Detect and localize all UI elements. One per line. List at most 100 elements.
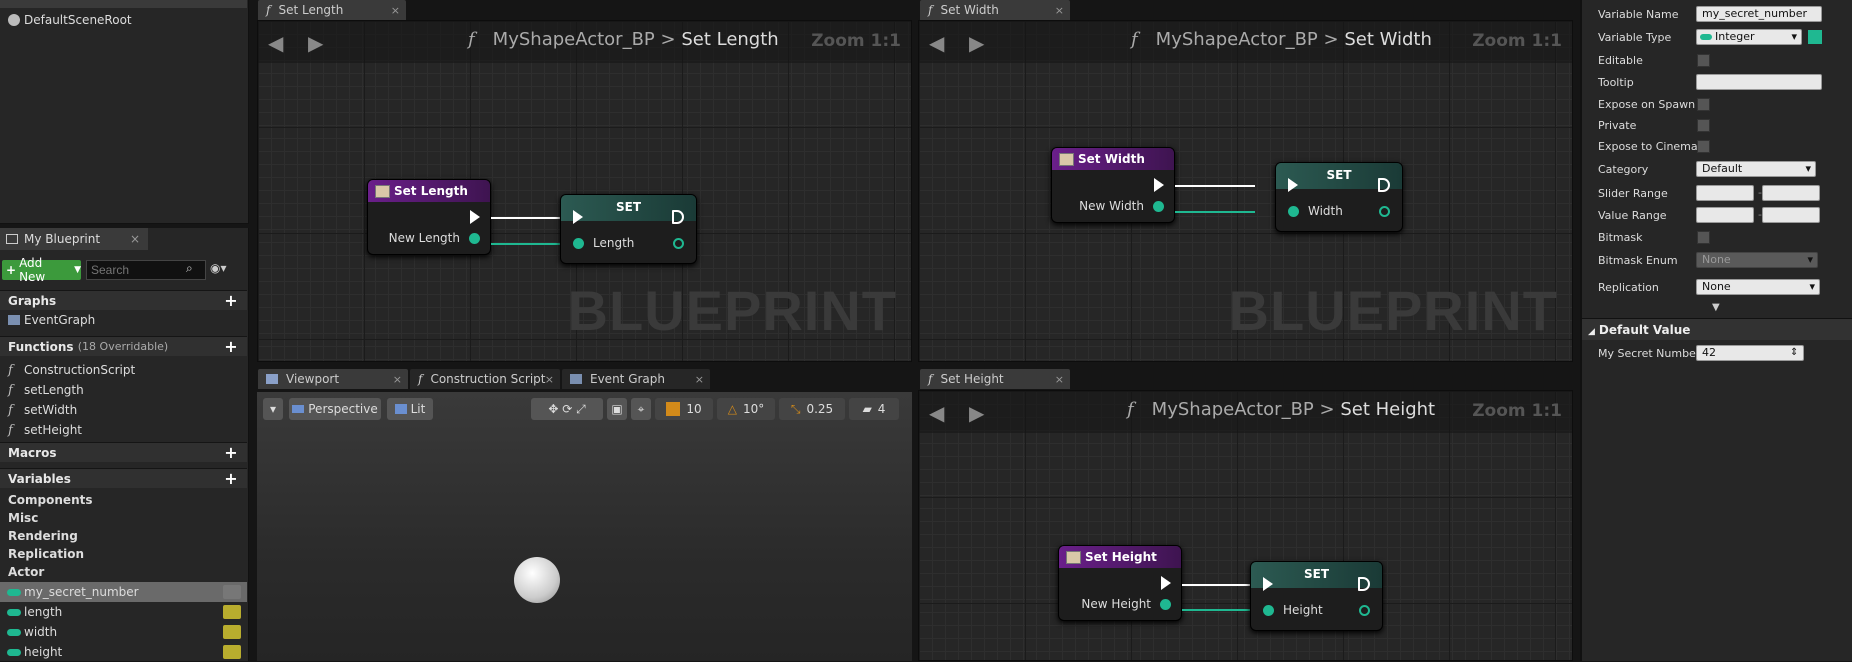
- rotation-snap[interactable]: △ 10°: [717, 398, 775, 420]
- function-item-setwidth[interactable]: f setWidth: [0, 400, 247, 420]
- eye-open-icon[interactable]: [223, 645, 241, 659]
- integer-out-pin[interactable]: [1379, 206, 1390, 217]
- category-dropdown[interactable]: Default: [1696, 161, 1816, 177]
- tooltip-field[interactable]: [1696, 74, 1822, 90]
- value-range-min-field[interactable]: [1696, 207, 1754, 223]
- transform-tools[interactable]: ✥ ⟳ ⤢: [531, 398, 603, 420]
- variable-category-actor[interactable]: Actor: [0, 562, 247, 582]
- viewport-options-button[interactable]: ▾: [263, 398, 283, 420]
- function-entry-node[interactable]: Set Length New Length: [367, 179, 491, 255]
- exec-out-pin[interactable]: [1358, 577, 1370, 591]
- back-arrow-icon[interactable]: ◀: [268, 31, 283, 55]
- variable-item-width[interactable]: width: [0, 622, 247, 642]
- secret-number-field[interactable]: 42: [1696, 345, 1804, 361]
- eye-open-icon[interactable]: [223, 605, 241, 619]
- variable-category-rendering[interactable]: Rendering: [0, 526, 247, 546]
- perspective-button[interactable]: Perspective: [289, 398, 381, 420]
- exec-out-pin[interactable]: [672, 210, 684, 224]
- expose-on-spawn-checkbox[interactable]: [1697, 98, 1710, 111]
- private-checkbox[interactable]: [1697, 119, 1710, 132]
- graph-panel-set-height[interactable]: ◀ ▶ f MyShapeActor_BP > Set Height Zoom 1…: [918, 390, 1573, 661]
- add-function-icon[interactable]: +: [223, 339, 239, 355]
- function-entry-node[interactable]: Set Width New Width: [1051, 147, 1175, 223]
- slider-range-min-field[interactable]: [1696, 185, 1754, 201]
- advanced-expand-icon[interactable]: ▼: [1712, 302, 1720, 313]
- integer-out-pin[interactable]: [673, 238, 684, 249]
- integer-out-pin[interactable]: [469, 233, 480, 244]
- function-item-constructionscript[interactable]: f ConstructionScript: [0, 360, 247, 380]
- add-graph-icon[interactable]: +: [223, 293, 239, 309]
- variable-category-components[interactable]: Components: [0, 490, 247, 510]
- forward-arrow-icon[interactable]: ▶: [308, 31, 323, 55]
- variable-item-height[interactable]: height: [0, 642, 247, 662]
- default-value-header[interactable]: ◢ Default Value: [1582, 318, 1852, 340]
- variables-header[interactable]: Variables +: [0, 468, 247, 488]
- expose-cinematics-checkbox[interactable]: [1697, 140, 1710, 153]
- bitmask-enum-dropdown[interactable]: None: [1696, 252, 1818, 268]
- integer-in-pin[interactable]: [1288, 206, 1299, 217]
- add-macro-icon[interactable]: +: [223, 445, 239, 461]
- slider-range-max-field[interactable]: [1762, 185, 1820, 201]
- back-arrow-icon[interactable]: ◀: [929, 31, 944, 55]
- tab-event-graph[interactable]: Event Graph ×: [562, 369, 710, 389]
- tab-my-blueprint[interactable]: My Blueprint ×: [0, 228, 148, 250]
- editable-checkbox[interactable]: [1697, 54, 1710, 67]
- lit-button[interactable]: Lit: [387, 398, 433, 420]
- scale-snap[interactable]: ⤡ 0.25: [779, 398, 845, 420]
- function-item-setheight[interactable]: f setHeight: [0, 420, 247, 440]
- variable-name-field[interactable]: my_secret_number: [1696, 6, 1822, 22]
- variable-category-misc[interactable]: Misc: [0, 508, 247, 528]
- functions-header[interactable]: Functions (18 Overridable) +: [0, 336, 247, 356]
- add-variable-icon[interactable]: +: [223, 471, 239, 487]
- grid-snap[interactable]: 10: [655, 398, 713, 420]
- function-entry-node[interactable]: Set Height New Height: [1058, 545, 1182, 621]
- eye-closed-icon[interactable]: [223, 585, 241, 599]
- variable-item-my-secret-number[interactable]: my_secret_number: [0, 582, 247, 602]
- tab-set-width[interactable]: f Set Width ×: [920, 0, 1070, 20]
- graph-panel-set-width[interactable]: ◀ ▶ f MyShapeActor_BP > Set Width Zoom 1:…: [918, 20, 1573, 362]
- forward-arrow-icon[interactable]: ▶: [969, 401, 984, 425]
- close-icon[interactable]: ×: [393, 373, 402, 386]
- camera-speed[interactable]: ▰ 4: [849, 398, 899, 420]
- function-item-setlength[interactable]: f setLength: [0, 380, 247, 400]
- set-variable-node[interactable]: SET Height: [1250, 561, 1383, 631]
- integer-out-pin[interactable]: [1160, 599, 1171, 610]
- exec-out-pin[interactable]: [1154, 178, 1164, 192]
- surface-snap-toggle[interactable]: ⌖: [631, 398, 651, 420]
- viewport-panel[interactable]: ▾ Perspective Lit ✥ ⟳ ⤢ ▣ ⌖ 10 △ 10° ⤡ 0.2…: [257, 392, 912, 661]
- close-icon[interactable]: ×: [1055, 373, 1064, 386]
- replication-dropdown[interactable]: None: [1696, 279, 1820, 295]
- variable-category-replication[interactable]: Replication: [0, 544, 247, 564]
- tab-viewport[interactable]: Viewport ×: [258, 369, 408, 389]
- close-icon[interactable]: ×: [130, 232, 140, 246]
- exec-out-pin[interactable]: [470, 210, 480, 224]
- exec-out-pin[interactable]: [1378, 178, 1390, 192]
- spin-icon[interactable]: ⇕: [1790, 347, 1798, 358]
- integer-in-pin[interactable]: [573, 238, 584, 249]
- close-icon[interactable]: ×: [1055, 4, 1064, 17]
- container-type-icon[interactable]: [1808, 30, 1822, 44]
- forward-arrow-icon[interactable]: ▶: [969, 31, 984, 55]
- eye-view-options-icon[interactable]: ◉▾: [210, 261, 227, 275]
- add-new-button[interactable]: + Add New ▼: [2, 256, 81, 284]
- eye-open-icon[interactable]: [223, 625, 241, 639]
- graph-panel-set-length[interactable]: ◀ ▶ f MyShapeActor_BP > Set Length Zoom 1…: [257, 20, 912, 362]
- close-icon[interactable]: ×: [695, 373, 704, 386]
- tab-set-length[interactable]: f Set Length ×: [258, 0, 406, 20]
- exec-in-pin[interactable]: [1288, 178, 1298, 192]
- set-variable-node[interactable]: SET Length: [560, 194, 697, 264]
- set-variable-node[interactable]: SET Width: [1275, 162, 1403, 232]
- graphs-header[interactable]: Graphs +: [0, 290, 247, 310]
- variable-type-dropdown[interactable]: Integer: [1696, 29, 1802, 45]
- world-local-toggle[interactable]: ▣: [607, 398, 627, 420]
- graph-item-eventgraph[interactable]: EventGraph: [0, 310, 247, 330]
- back-arrow-icon[interactable]: ◀: [929, 401, 944, 425]
- integer-out-pin[interactable]: [1153, 201, 1164, 212]
- integer-in-pin[interactable]: [1263, 605, 1274, 616]
- exec-in-pin[interactable]: [573, 210, 583, 224]
- close-icon[interactable]: ×: [391, 4, 400, 17]
- sphere-mesh[interactable]: [514, 557, 560, 603]
- macros-header[interactable]: Macros +: [0, 442, 247, 462]
- exec-in-pin[interactable]: [1263, 577, 1273, 591]
- exec-out-pin[interactable]: [1161, 576, 1171, 590]
